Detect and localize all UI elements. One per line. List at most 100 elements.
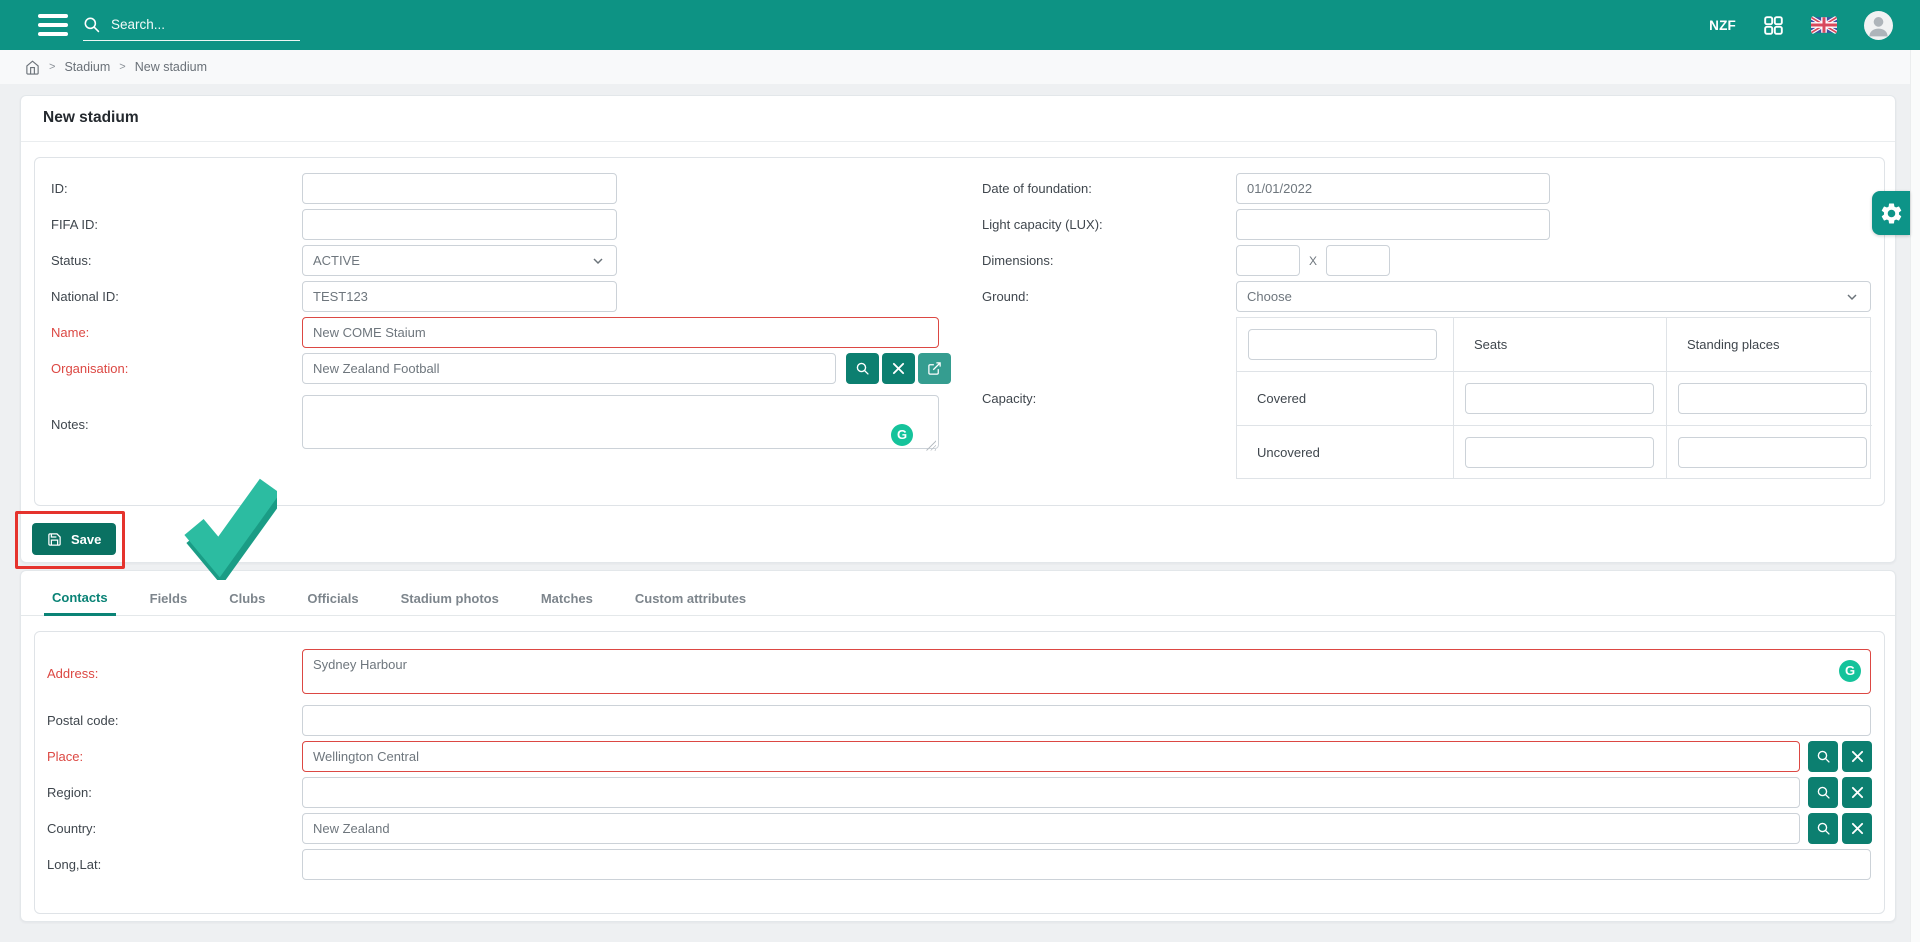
field-row-status: Status: ACTIVE [51, 245, 971, 276]
fifa-id-input[interactable] [302, 209, 617, 240]
covered-standing-input[interactable] [1678, 383, 1867, 414]
settings-flyout-button[interactable] [1872, 191, 1910, 235]
postal-code-input[interactable] [302, 705, 1871, 736]
organisation-input[interactable] [302, 353, 836, 384]
organisation-search-button[interactable] [846, 353, 879, 384]
search-icon [83, 16, 100, 33]
region-input[interactable] [302, 777, 1800, 808]
id-input[interactable] [302, 173, 617, 204]
dimensions-height-input[interactable] [1326, 245, 1390, 276]
tab-bar: Contacts Fields Clubs Officials Stadium … [21, 581, 1895, 616]
stadium-form-card: New stadium ID: FIFA ID: Status: ACTIVE … [20, 95, 1896, 563]
breadcrumb: > Stadium > New stadium [0, 50, 1920, 84]
grammarly-icon: G [1839, 660, 1861, 682]
scrollbar-track[interactable] [1910, 50, 1920, 942]
covered-standing-cell [1667, 372, 1872, 426]
place-search-button[interactable] [1808, 741, 1838, 772]
address-textarea[interactable]: Sydney Harbour [302, 649, 1871, 694]
tab-stadium-photos[interactable]: Stadium photos [393, 581, 507, 615]
tab-fields[interactable]: Fields [142, 581, 196, 615]
capacity-label: Capacity: [982, 391, 1236, 406]
name-input[interactable] [302, 317, 939, 348]
home-icon[interactable] [25, 60, 40, 75]
language-flag-uk-icon[interactable] [1811, 16, 1837, 34]
organisation-clear-button[interactable] [882, 353, 915, 384]
hamburger-menu-icon[interactable] [38, 14, 68, 36]
covered-seats-cell [1454, 372, 1667, 426]
national-id-label: National ID: [51, 289, 302, 304]
breadcrumb-separator: > [49, 61, 55, 73]
covered-seats-input[interactable] [1465, 383, 1654, 414]
uncovered-standing-input[interactable] [1678, 437, 1867, 468]
field-row-organisation: Organisation: [51, 353, 971, 384]
breadcrumb-stadium[interactable]: Stadium [64, 60, 110, 74]
ground-selected-value: Choose [1247, 289, 1292, 304]
tab-custom-attributes[interactable]: Custom attributes [627, 581, 754, 615]
contacts-panel: Address: Sydney Harbour G Postal code: P… [34, 631, 1885, 914]
ground-label: Ground: [982, 289, 1236, 304]
capacity-col-seats: Seats [1454, 318, 1667, 372]
national-id-input[interactable] [302, 281, 617, 312]
capacity-header-input[interactable] [1248, 329, 1437, 360]
tab-clubs[interactable]: Clubs [221, 581, 273, 615]
region-search-button[interactable] [1808, 777, 1838, 808]
country-search-button[interactable] [1808, 813, 1838, 844]
grammarly-icon: G [891, 424, 913, 446]
field-row-place: Place: [47, 741, 1875, 772]
organisation-label: Organisation: [51, 361, 302, 376]
field-row-ground: Ground: Choose [982, 281, 1871, 312]
dimensions-width-input[interactable] [1236, 245, 1300, 276]
tab-officials[interactable]: Officials [299, 581, 366, 615]
user-avatar[interactable] [1864, 11, 1893, 40]
long-lat-input[interactable] [302, 849, 1871, 880]
country-label: Country: [47, 821, 302, 836]
field-row-national-id: National ID: [51, 281, 971, 312]
field-row-country: Country: [47, 813, 1875, 844]
field-row-dimensions: Dimensions: X [982, 245, 1871, 276]
stadium-form-panel: ID: FIFA ID: Status: ACTIVE National ID:… [34, 157, 1885, 506]
field-row-date-of-foundation: Date of foundation: [982, 173, 1871, 204]
breadcrumb-new-stadium[interactable]: New stadium [135, 60, 207, 74]
capacity-col-standing: Standing places [1667, 318, 1872, 372]
tab-matches[interactable]: Matches [533, 581, 601, 615]
region-label: Region: [47, 785, 302, 800]
fifa-id-label: FIFA ID: [51, 217, 302, 232]
date-of-foundation-input[interactable] [1236, 173, 1550, 204]
field-row-postal-code: Postal code: [47, 705, 1875, 736]
place-input[interactable] [302, 741, 1800, 772]
capacity-row-covered-label: Covered [1237, 372, 1454, 426]
status-select[interactable]: ACTIVE [302, 245, 617, 276]
place-clear-button[interactable] [1842, 741, 1872, 772]
status-selected-value: ACTIVE [313, 253, 360, 268]
id-label: ID: [51, 181, 302, 196]
tab-contacts[interactable]: Contacts [44, 581, 116, 616]
uncovered-seats-input[interactable] [1465, 437, 1654, 468]
dimensions-label: Dimensions: [982, 253, 1236, 268]
ground-select[interactable]: Choose [1236, 281, 1871, 312]
global-search [83, 9, 300, 41]
top-app-bar: NZF [0, 0, 1920, 50]
organisation-code[interactable]: NZF [1709, 18, 1736, 33]
page-title: New stadium [43, 109, 139, 127]
save-button[interactable]: Save [32, 523, 116, 555]
place-label: Place: [47, 749, 302, 764]
light-capacity-input[interactable] [1236, 209, 1550, 240]
stadium-detail-tabs-card: Contacts Fields Clubs Officials Stadium … [20, 570, 1896, 922]
organisation-open-link-button[interactable] [918, 353, 951, 384]
field-row-notes: Notes: G [51, 397, 971, 451]
field-row-fifa-id: FIFA ID: [51, 209, 971, 240]
apps-grid-icon[interactable] [1763, 15, 1784, 36]
field-row-long-lat: Long,Lat: [47, 849, 1875, 880]
country-clear-button[interactable] [1842, 813, 1872, 844]
uncovered-seats-cell [1454, 426, 1667, 478]
search-input[interactable] [109, 16, 273, 33]
field-row-region: Region: [47, 777, 1875, 808]
dimensions-separator: X [1309, 254, 1317, 268]
capacity-row-uncovered-label: Uncovered [1237, 426, 1454, 478]
chevron-down-icon [590, 253, 606, 269]
capacity-table: Seats Standing places Covered Uncovered [1236, 317, 1871, 479]
country-input[interactable] [302, 813, 1800, 844]
notes-textarea[interactable] [302, 395, 939, 449]
status-label: Status: [51, 253, 302, 268]
region-clear-button[interactable] [1842, 777, 1872, 808]
